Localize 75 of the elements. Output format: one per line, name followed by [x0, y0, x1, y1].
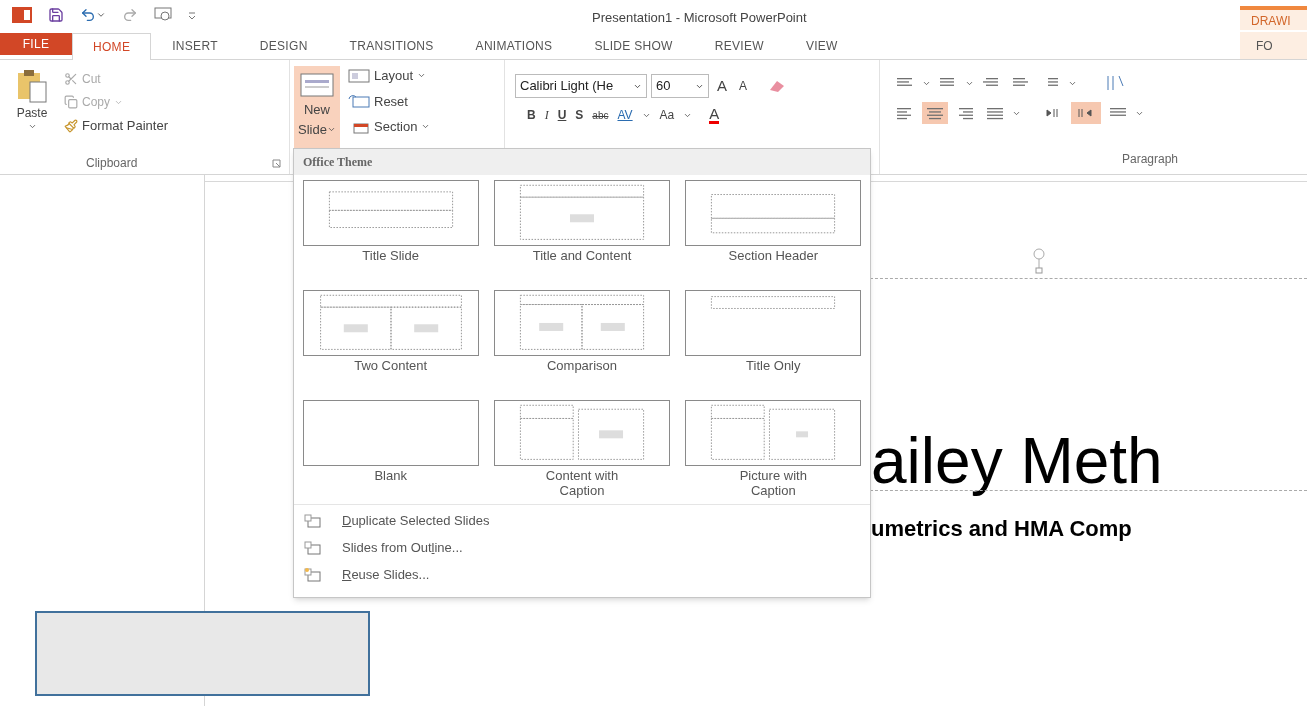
slide-subtitle: umetrics and HMA Comp — [871, 515, 1132, 543]
dialog-launcher-icon[interactable] — [272, 158, 281, 168]
text-lines-icon — [896, 106, 914, 120]
ribbon-tab[interactable]: SLIDE SHOW — [573, 32, 694, 59]
layout-option[interactable]: Comparison — [494, 290, 670, 400]
layout-option[interactable]: Blank — [303, 400, 479, 510]
layout-option[interactable]: Section Header — [685, 180, 861, 290]
ribbon-tab[interactable]: INSERT — [151, 32, 239, 59]
reset-button[interactable]: Reset — [348, 91, 431, 111]
layout-option[interactable]: Picture with Caption — [685, 400, 861, 510]
window-title: Presentation1 - Microsoft PowerPoint — [592, 9, 807, 27]
reuse-slides-icon — [304, 566, 322, 583]
text-lines-icon — [986, 106, 1004, 120]
font-size-dropdown[interactable]: 60 — [651, 74, 709, 98]
layout-option[interactable]: Title and Content — [494, 180, 670, 290]
menu-header: Office Theme — [294, 149, 870, 175]
redo-icon[interactable] — [122, 7, 138, 23]
layout-option[interactable]: Content with Caption — [494, 400, 670, 510]
section-button[interactable]: Section — [348, 117, 431, 137]
slides-outline-icon — [304, 539, 322, 556]
caret-icon — [27, 122, 37, 131]
layout-icon — [348, 68, 370, 83]
menu-item[interactable]: Duplicate Selected Slides — [304, 511, 870, 530]
menu-item[interactable]: Slides from Outline... — [304, 538, 870, 557]
character-spacing-button[interactable]: AV — [617, 106, 633, 124]
customize-toolbar-icon[interactable] — [188, 11, 196, 19]
shadow-button[interactable]: S — [575, 106, 584, 124]
powerpoint-logo-icon — [12, 7, 32, 23]
presentation-icon[interactable] — [154, 7, 172, 23]
undo-icon[interactable] — [80, 7, 96, 23]
ribbon-tab[interactable]: HOME — [72, 33, 152, 60]
clipboard-icon — [15, 68, 49, 104]
group-label: Clipboard — [86, 155, 138, 172]
slide-thumbnail[interactable] — [35, 611, 370, 696]
paintbrush-icon — [64, 118, 78, 133]
paragraph-direction-icon — [1044, 108, 1060, 118]
file-tab[interactable]: FILE — [0, 33, 72, 55]
font-name-dropdown[interactable]: Calibri Light (He — [515, 74, 647, 98]
grow-font-button[interactable]: A — [713, 74, 731, 98]
strikethrough-button[interactable]: abc — [592, 107, 609, 123]
paste-button[interactable]: Paste — [12, 68, 52, 152]
shrink-font-button[interactable]: A — [735, 77, 752, 95]
save-icon[interactable] — [48, 7, 64, 23]
text-lines-icon — [956, 106, 974, 120]
paragraph-direction-icon — [1078, 108, 1094, 118]
right-to-left-button[interactable] — [1071, 102, 1101, 124]
ribbon-tab[interactable]: FO — [1240, 32, 1307, 59]
ribbon-tab[interactable]: ANIMATIONS — [454, 32, 574, 59]
layout-button[interactable]: Layout — [348, 66, 431, 86]
font-color-button[interactable]: A — [709, 106, 720, 124]
layout-option[interactable]: Two Content — [303, 290, 479, 400]
reset-icon — [348, 94, 370, 109]
ribbon-tab[interactable]: TRANSITIONS — [328, 32, 455, 59]
scissors-icon — [64, 72, 78, 86]
group-label: Paragraph — [1122, 151, 1179, 168]
ribbon-tab[interactable]: DESIGN — [238, 32, 329, 59]
copy-icon — [64, 95, 78, 109]
italic-button[interactable]: I — [544, 106, 549, 124]
ribbon-tab[interactable]: REVIEW — [693, 32, 785, 59]
align-button[interactable] — [922, 102, 948, 124]
layout-option[interactable]: Title Only — [685, 290, 861, 400]
underline-button[interactable]: U — [557, 106, 567, 124]
text-lines-icon — [926, 106, 944, 120]
menu-item[interactable]: Reuse Slides... — [304, 565, 870, 584]
caret-icon[interactable] — [96, 10, 106, 20]
new-slide-icon — [299, 70, 335, 100]
format-painter-button[interactable]: Format Painter — [64, 116, 168, 136]
ribbon-tab[interactable]: VIEW — [784, 32, 859, 59]
bold-button[interactable]: B — [527, 106, 536, 124]
contextual-tab-group: DRAWI — [1240, 6, 1307, 30]
change-case-button[interactable]: Aa — [659, 106, 675, 124]
text-direction-icon[interactable] — [1105, 74, 1125, 92]
rotation-handle-icon[interactable] — [1032, 248, 1046, 274]
layout-option[interactable]: Title Slide — [303, 180, 479, 290]
duplicate-slides-icon — [304, 512, 322, 529]
